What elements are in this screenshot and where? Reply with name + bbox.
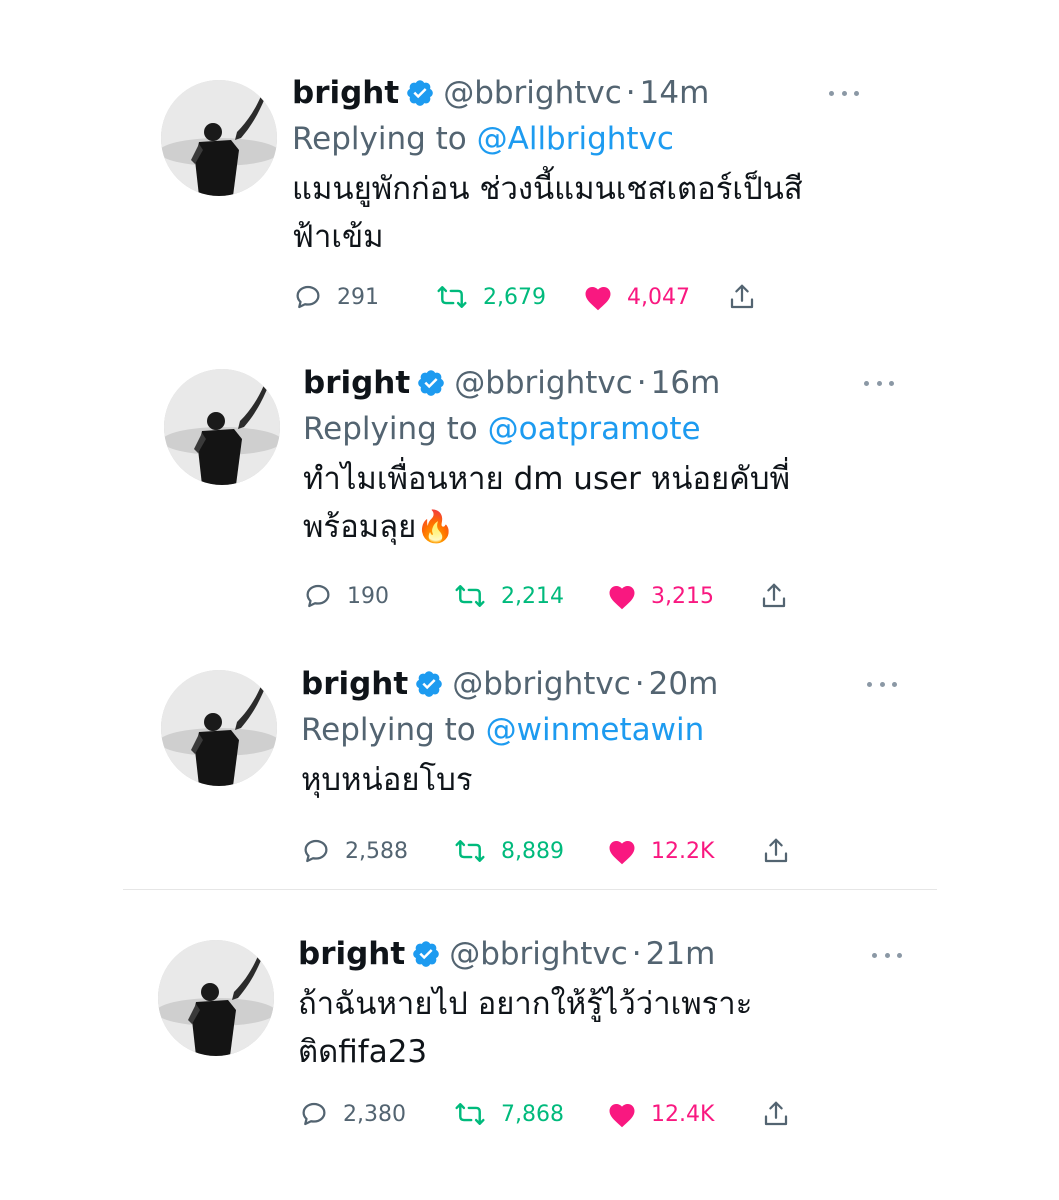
replying-to-label: Replying to xyxy=(292,121,477,157)
more-options-icon[interactable] xyxy=(867,679,897,689)
retweet-button[interactable]: 2,679 xyxy=(435,282,583,312)
retweet-icon xyxy=(455,840,485,862)
tweet-text-line: หุบหน่อยโบร xyxy=(301,762,473,798)
user-handle[interactable]: @bbrightvc xyxy=(454,363,633,403)
timestamp[interactable]: 21m xyxy=(646,934,716,974)
share-icon xyxy=(764,838,788,863)
retweet-button[interactable]: 7,868 xyxy=(453,1099,607,1129)
reply-icon xyxy=(304,839,328,863)
tweet-text-line: พร้อมลุย xyxy=(303,509,417,545)
avatar[interactable] xyxy=(158,940,274,1056)
reply-icon xyxy=(306,584,330,608)
like-button[interactable]: 4,047 xyxy=(583,283,727,311)
display-name[interactable]: bright xyxy=(292,73,399,113)
tweet-text-line: ฟ้าเข้ม xyxy=(292,219,384,255)
like-button[interactable]: 12.4K xyxy=(607,1100,761,1128)
display-name[interactable]: bright xyxy=(298,934,405,974)
reply-count: 190 xyxy=(347,583,389,609)
share-icon xyxy=(762,583,786,608)
heart-icon xyxy=(609,1104,635,1128)
retweet-count: 2,679 xyxy=(483,284,546,310)
action-bar: 190 2,214 3,215 xyxy=(303,581,789,611)
retweet-button[interactable]: 8,889 xyxy=(453,836,607,866)
heart-icon xyxy=(609,586,635,610)
share-button[interactable] xyxy=(759,581,789,611)
share-button[interactable] xyxy=(761,1099,791,1129)
replying-to-label: Replying to xyxy=(303,411,488,447)
avatar[interactable] xyxy=(161,80,277,196)
verified-badge-icon xyxy=(411,939,441,969)
reply-count: 291 xyxy=(337,284,379,310)
heart-icon xyxy=(609,841,635,865)
more-options-icon[interactable] xyxy=(829,88,859,98)
retweet-icon xyxy=(455,1103,485,1125)
reply-count: 2,380 xyxy=(343,1101,406,1127)
action-bar: 2,588 8,889 12.2K xyxy=(301,836,791,866)
retweet-icon xyxy=(437,286,467,308)
more-options-icon[interactable] xyxy=(864,378,894,388)
verified-badge-icon xyxy=(416,368,446,398)
share-icon xyxy=(764,1101,788,1126)
tweet-text-line: ถ้าฉันหายไป อยากให้รู้ไว้ว่าเพราะ xyxy=(298,986,753,1022)
mention-link[interactable]: @oatpramote xyxy=(488,411,701,447)
action-bar: 2,380 7,868 12.4K xyxy=(299,1099,791,1129)
user-handle[interactable]: @bbrightvc xyxy=(449,934,628,974)
tweet-text: ถ้าฉันหายไป อยากให้รู้ไว้ว่าเพราะ ติดfif… xyxy=(298,980,752,1076)
separator-dot: · xyxy=(636,365,647,401)
user-handle[interactable]: @bbrightvc xyxy=(443,73,622,113)
separator-dot: · xyxy=(634,666,645,702)
retweet-count: 2,214 xyxy=(501,583,564,609)
more-options-icon[interactable] xyxy=(872,950,902,960)
mention-link[interactable]: @Allbrightvc xyxy=(477,121,674,157)
reply-icon xyxy=(296,285,320,309)
replying-to-label: Replying to xyxy=(301,712,486,748)
reply-button[interactable]: 2,588 xyxy=(301,836,453,866)
share-icon xyxy=(730,284,754,309)
separator-dot: · xyxy=(631,936,642,972)
retweet-icon xyxy=(455,585,485,607)
tweet-text-line: ทำไมเพื่อนหาย dm user หน่อยคับพี่ xyxy=(303,461,791,497)
fire-emoji: 🔥 xyxy=(416,509,455,545)
avatar[interactable] xyxy=(161,670,277,786)
retweet-count: 8,889 xyxy=(501,838,564,864)
like-count: 3,215 xyxy=(651,583,714,609)
reply-button[interactable]: 291 xyxy=(293,282,435,312)
replying-to: Replying to @Allbrightvc xyxy=(292,119,803,159)
reply-button[interactable]: 190 xyxy=(303,581,453,611)
share-button[interactable] xyxy=(761,836,791,866)
tweet-text: หุบหน่อยโบร xyxy=(301,756,718,804)
separator-dot: · xyxy=(625,75,636,111)
verified-badge-icon xyxy=(405,78,435,108)
tweet-text-line: แมนยูพักก่อน ช่วงนี้แมนเชสเตอร์เป็นสี xyxy=(292,171,803,207)
mention-link[interactable]: @winmetawin xyxy=(486,712,705,748)
tweet-text-line: ติดfifa23 xyxy=(298,1034,428,1070)
timestamp[interactable]: 14m xyxy=(640,73,710,113)
like-button[interactable]: 3,215 xyxy=(607,582,759,610)
retweet-count: 7,868 xyxy=(501,1101,564,1127)
user-handle[interactable]: @bbrightvc xyxy=(452,664,631,704)
reply-count: 2,588 xyxy=(345,838,408,864)
heart-icon xyxy=(585,287,611,311)
share-button[interactable] xyxy=(727,282,757,312)
reply-icon xyxy=(302,1102,326,1126)
like-count: 12.2K xyxy=(651,838,715,864)
action-bar: 291 2,679 4,047 xyxy=(293,282,757,312)
replying-to: Replying to @winmetawin xyxy=(301,710,718,750)
display-name[interactable]: bright xyxy=(301,664,408,704)
avatar[interactable] xyxy=(164,369,280,485)
like-count: 4,047 xyxy=(627,284,690,310)
reply-button[interactable]: 2,380 xyxy=(299,1099,453,1129)
verified-badge-icon xyxy=(414,669,444,699)
like-count: 12.4K xyxy=(651,1101,715,1127)
retweet-button[interactable]: 2,214 xyxy=(453,581,607,611)
like-button[interactable]: 12.2K xyxy=(607,837,761,865)
tweet-text-line-2: พร้อมลุย🔥 xyxy=(303,503,790,551)
tweet-text: แมนยูพักก่อน ช่วงนี้แมนเชสเตอร์เป็นสี ฟ้… xyxy=(292,165,803,261)
divider xyxy=(123,889,937,890)
timestamp[interactable]: 16m xyxy=(651,363,721,403)
timestamp[interactable]: 20m xyxy=(649,664,719,704)
display-name[interactable]: bright xyxy=(303,363,410,403)
replying-to: Replying to @oatpramote xyxy=(303,409,790,449)
tweet-text: ทำไมเพื่อนหาย dm user หน่อยคับพี่ พร้อมล… xyxy=(303,455,790,551)
